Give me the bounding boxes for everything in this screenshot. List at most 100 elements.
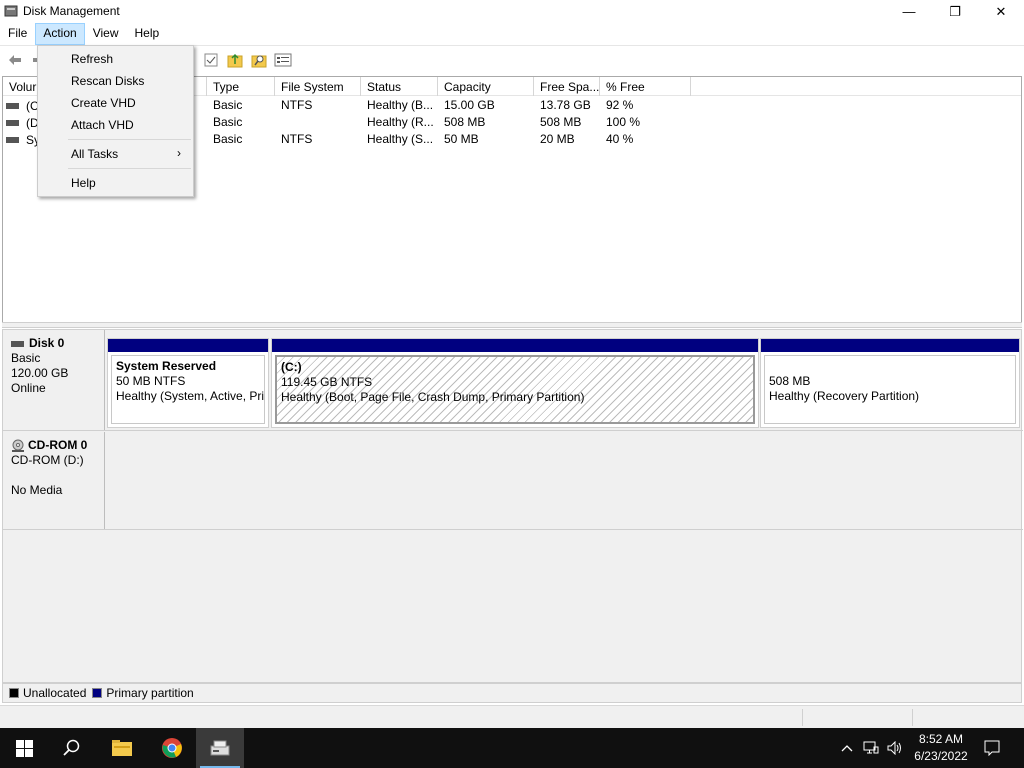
partition-recovery[interactable]: 508 MB Healthy (Recovery Partition) [760,338,1020,428]
windows-start-icon [15,739,33,757]
action-menu-dropdown: Refresh Rescan Disks Create VHD Attach V… [37,45,194,197]
menu-separator [68,139,191,140]
clock[interactable]: 8:52 AM 6/23/2022 [906,731,976,765]
partition-status: Healthy (System, Active, Primary Partiti… [116,389,265,403]
show-hidden-icons-button[interactable] [836,728,858,768]
volume-type: Basic [213,98,243,112]
menu-item-attach-vhd[interactable]: Attach VHD [38,114,193,136]
start-button[interactable] [0,728,48,768]
back-arrow-icon [9,54,21,65]
menu-view[interactable]: View [85,23,127,45]
menu-item-help[interactable]: Help [38,172,193,194]
back-button[interactable] [4,49,26,71]
volume-percent-free: 40 % [606,132,634,146]
disk-media: No Media [11,483,63,497]
partition-status: Healthy (Recovery Partition) [769,389,920,403]
disk-size: 120.00 GB [11,366,69,380]
disk-type: Basic [11,351,41,365]
pane-splitter[interactable] [2,322,1022,328]
submenu-arrow-icon: › [177,146,181,160]
volume-drive-icon [6,137,19,143]
volume-file-system: NTFS [281,132,313,146]
view-details-button[interactable] [272,49,294,71]
partition-c-drive[interactable]: (C:) 119.45 GB NTFS Healthy (Boot, Page … [271,338,759,428]
volume-status: Healthy (S... [367,132,434,146]
menu-action[interactable]: Action [35,23,85,45]
title-bar: Disk Management — ❐ ✕ [0,0,1024,23]
partition-size: 508 MB [769,374,811,388]
primary-partition-bar [108,339,268,352]
minimize-button[interactable]: — [886,0,932,23]
partition-size: 50 MB NTFS [116,374,186,388]
partition-name [769,359,1015,374]
menu-item-all-tasks[interactable]: All Tasks › [38,143,193,165]
volume-type: Basic [213,115,243,129]
menu-file[interactable]: File [0,23,35,45]
disk-0-label[interactable]: Disk 0 Basic 120.00 GB Online [3,330,105,430]
column-header-capacity[interactable]: Capacity [438,77,534,96]
volume-free-space: 20 MB [540,132,575,146]
network-icon [863,741,879,754]
disk-management-icon [210,740,230,756]
action-center-button[interactable] [976,728,1008,768]
chevron-up-icon [841,745,853,752]
window-title: Disk Management [23,4,120,18]
search-folder-button[interactable] [248,49,270,71]
folder-up-icon [227,53,243,67]
column-header-type[interactable]: Type [207,77,275,96]
taskbar: 8:52 AM 6/23/2022 [0,728,1024,768]
partition-size: 119.45 GB NTFS [281,375,373,389]
restore-button[interactable]: ❐ [932,0,978,23]
column-header-status[interactable]: Status [361,77,438,96]
volume-capacity: 15.00 GB [444,98,495,112]
volume-drive-icon [6,120,19,126]
notification-icon [984,740,1000,756]
disk-state: Online [11,381,46,395]
volume-percent-free: 100 % [606,115,641,129]
open-folder-button[interactable] [224,49,246,71]
menu-item-rescan-disks[interactable]: Rescan Disks [38,70,193,92]
legend-unallocated-label: Unallocated [23,686,87,700]
chrome-button[interactable] [148,728,196,768]
menu-item-all-tasks-label: All Tasks [71,147,119,161]
file-explorer-button[interactable] [98,728,146,768]
column-header-free-space[interactable]: Free Spa... [534,77,600,96]
column-header-percent-free[interactable]: % Free [600,77,691,96]
menu-item-create-vhd[interactable]: Create VHD [38,92,193,114]
legend: Unallocated Primary partition [2,683,1022,703]
volume-file-system [275,114,361,131]
clock-time: 8:52 AM [918,732,964,746]
cdrom-0-label[interactable]: CD-ROM 0 CD-ROM (D:) No Media [3,432,105,529]
menu-item-refresh[interactable]: Refresh [38,48,193,70]
disk-management-taskbar-button[interactable] [196,728,244,768]
volume-file-system: NTFS [281,98,313,112]
disk-0-row: Disk 0 Basic 120.00 GB Online System Res… [3,330,1023,430]
partition-name: System Reserved [116,359,217,373]
search-button[interactable] [48,728,96,768]
partition-name: (C:) [281,360,302,374]
volume-percent-free: 92 % [606,98,634,112]
properties-button[interactable] [200,49,222,71]
column-header-file-system[interactable]: File System [275,77,361,96]
network-button[interactable] [860,728,882,768]
disk-management-app-icon [4,5,18,17]
volume-status: Healthy (R... [367,115,434,129]
folder-search-icon [251,55,267,67]
disk-type: CD-ROM (D:) [11,453,84,467]
volume-free-space: 508 MB [540,115,582,129]
status-bar [0,705,1024,728]
search-icon [63,739,80,756]
cdrom-0-row: CD-ROM 0 CD-ROM (D:) No Media [3,432,1023,529]
volume-button[interactable] [884,728,906,768]
disk-graphical-view: Disk 0 Basic 120.00 GB Online System Res… [2,329,1023,683]
selected-partition-area: (C:) 119.45 GB NTFS Healthy (Boot, Page … [275,355,755,424]
menu-help[interactable]: Help [127,23,168,45]
close-button[interactable]: ✕ [978,0,1024,23]
list-view-icon [274,53,292,66]
volume-free-space: 13.78 GB [540,98,591,112]
clock-date: 6/23/2022 [914,749,968,763]
partition-system-reserved[interactable]: System Reserved 50 MB NTFS Healthy (Syst… [107,338,269,428]
disk-management-window: Disk Management — ❐ ✕ File Action View H… [0,0,1024,728]
menu-bar: File Action View Help [0,23,1024,45]
volume-type: Basic [213,132,243,146]
